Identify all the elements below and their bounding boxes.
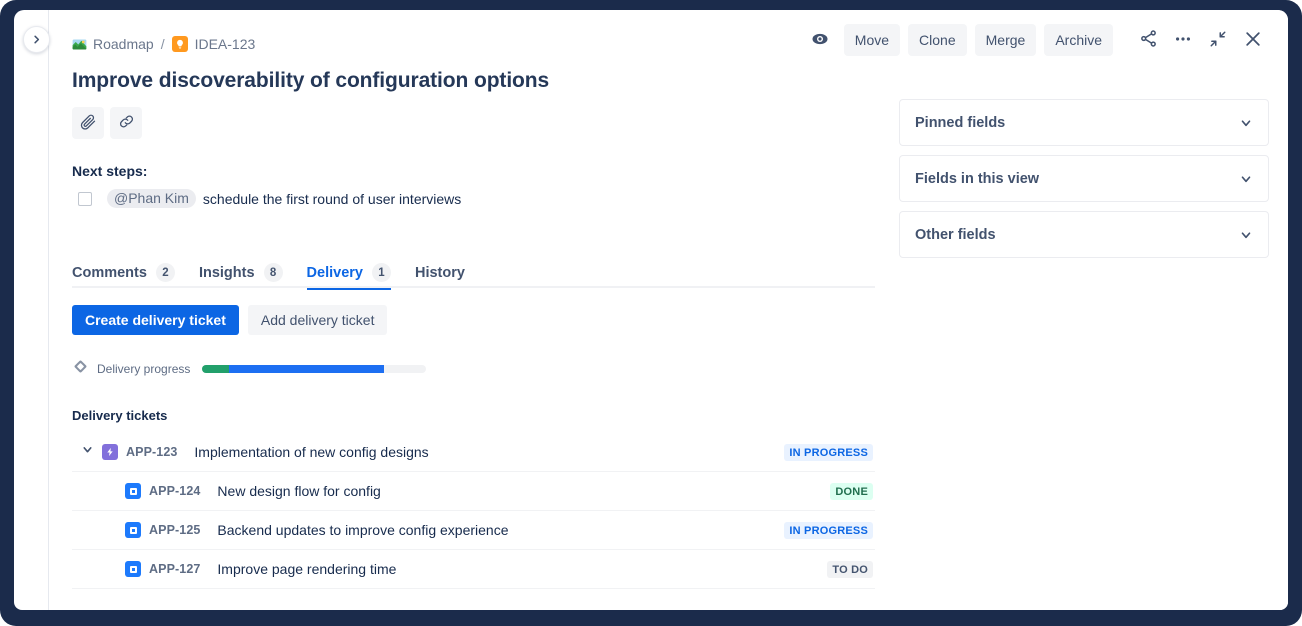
map-icon — [72, 37, 87, 52]
status-badge[interactable]: DONE — [830, 483, 873, 500]
table-row[interactable]: APP-125 Backend updates to improve confi… — [72, 511, 875, 550]
expand-epic-toggle[interactable] — [72, 443, 102, 461]
tab-comments[interactable]: Comments 2 — [72, 257, 175, 288]
task-text: schedule the first round of user intervi… — [203, 191, 461, 207]
ticket-summary[interactable]: Implementation of new config designs — [194, 444, 428, 460]
add-delivery-ticket-button[interactable]: Add delivery ticket — [248, 305, 388, 335]
more-horizontal-icon — [1173, 29, 1193, 52]
delivery-actions: Create delivery ticket Add delivery tick… — [72, 305, 387, 335]
ticket-key[interactable]: APP-125 — [149, 523, 200, 537]
table-row[interactable]: APP-127 Improve page rendering time TO D… — [72, 550, 875, 589]
tab-comments-count: 2 — [156, 263, 175, 282]
close-button[interactable] — [1237, 24, 1269, 56]
field-group-other-fields[interactable]: Other fields — [899, 211, 1269, 258]
task-checkbox[interactable] — [78, 192, 92, 206]
story-square-icon — [125, 561, 141, 577]
tab-delivery-label: Delivery — [307, 265, 363, 281]
tab-history[interactable]: History — [415, 257, 465, 288]
mention-chip[interactable]: @Phan Kim — [107, 189, 196, 208]
issue-header: Roadmap / IDEA-123 — [49, 10, 1288, 64]
status-cell: IN PROGRESS — [784, 522, 875, 539]
status-badge[interactable]: TO DO — [827, 561, 873, 578]
collapse-view-button[interactable] — [1202, 24, 1234, 56]
archive-button[interactable]: Archive — [1044, 24, 1113, 56]
field-group-title: Pinned fields — [915, 115, 1005, 131]
delivery-tickets-heading: Delivery tickets — [72, 408, 167, 423]
window-frame: Roadmap / IDEA-123 — [0, 0, 1302, 626]
progress-segment-in-progress — [229, 365, 384, 373]
breadcrumb-separator: / — [161, 36, 165, 52]
ticket-summary[interactable]: Backend updates to improve config experi… — [217, 522, 508, 538]
ticket-key[interactable]: APP-124 — [149, 484, 200, 498]
paperclip-icon — [80, 113, 97, 133]
issue-detail-panel: Roadmap / IDEA-123 — [14, 10, 1288, 610]
next-steps-heading: Next steps: — [72, 163, 147, 179]
status-cell: DONE — [830, 483, 875, 500]
delivery-progress-row: Delivery progress — [73, 359, 426, 379]
page-title: Improve discoverability of configuration… — [72, 69, 549, 93]
ticket-key[interactable]: APP-127 — [149, 562, 200, 576]
breadcrumb: Roadmap / IDEA-123 — [72, 36, 255, 52]
ticket-key[interactable]: APP-123 — [126, 445, 177, 459]
chevron-down-icon[interactable] — [1239, 228, 1253, 242]
status-badge[interactable]: IN PROGRESS — [784, 444, 873, 461]
clone-button[interactable]: Clone — [908, 24, 967, 56]
table-row[interactable]: APP-123 Implementation of new config des… — [72, 433, 875, 472]
issue-content: Roadmap / IDEA-123 — [49, 10, 1288, 610]
tab-insights-count: 8 — [264, 263, 283, 282]
tab-bar: Comments 2 Insights 8 Delivery 1 History — [72, 257, 875, 288]
close-icon — [1243, 29, 1263, 52]
diamond-icon — [73, 359, 88, 379]
watch-button[interactable] — [804, 24, 836, 56]
lightbulb-icon — [172, 36, 188, 52]
link-button[interactable] — [110, 107, 142, 139]
chevron-down-icon[interactable] — [1239, 172, 1253, 186]
progress-segment-done — [202, 365, 229, 373]
delivery-progress-label: Delivery progress — [97, 362, 190, 376]
ticket-summary[interactable]: New design flow for config — [217, 483, 380, 499]
table-row[interactable]: APP-124 New design flow for config DONE — [72, 472, 875, 511]
delivery-progress-bar[interactable] — [202, 365, 426, 373]
link-icon — [118, 113, 135, 133]
epic-bolt-icon — [102, 444, 118, 460]
attach-button[interactable] — [72, 107, 104, 139]
field-group-title: Other fields — [915, 227, 996, 243]
header-actions: Move Clone Merge Archive — [804, 24, 1269, 56]
tab-insights[interactable]: Insights 8 — [199, 257, 283, 288]
ticket-summary[interactable]: Improve page rendering time — [217, 561, 396, 577]
field-group-pinned-fields[interactable]: Pinned fields — [899, 99, 1269, 146]
status-cell: TO DO — [827, 561, 875, 578]
move-button[interactable]: Move — [844, 24, 900, 56]
collapse-diagonal-icon — [1209, 30, 1227, 51]
fields-sidebar: Pinned fields Fields in this view — [899, 99, 1269, 267]
chevron-down-icon — [81, 443, 94, 461]
delivery-tickets-list: APP-123 Implementation of new config des… — [72, 433, 875, 589]
story-square-icon — [125, 522, 141, 538]
breadcrumb-roadmap-link[interactable]: Roadmap — [93, 36, 154, 52]
breadcrumb-issue-key[interactable]: IDEA-123 — [195, 36, 256, 52]
tab-comments-label: Comments — [72, 265, 147, 281]
tab-insights-label: Insights — [199, 265, 255, 281]
expand-sidebar-button[interactable] — [23, 26, 50, 53]
status-cell: IN PROGRESS — [784, 444, 875, 461]
action-item-row: @Phan Kim schedule the first round of us… — [78, 189, 461, 208]
chevron-down-icon[interactable] — [1239, 116, 1253, 130]
story-square-icon — [125, 483, 141, 499]
more-actions-button[interactable] — [1167, 24, 1199, 56]
field-group-title: Fields in this view — [915, 171, 1039, 187]
tab-delivery-count: 1 — [372, 263, 391, 282]
document-tools — [72, 107, 142, 139]
merge-button[interactable]: Merge — [975, 24, 1037, 56]
field-group-fields-in-this-view[interactable]: Fields in this view — [899, 155, 1269, 202]
share-icon — [1139, 29, 1158, 51]
share-button[interactable] — [1132, 24, 1164, 56]
chevron-right-icon — [31, 34, 42, 45]
tab-delivery[interactable]: Delivery 1 — [307, 257, 391, 288]
tab-history-label: History — [415, 265, 465, 281]
eye-icon — [810, 29, 830, 52]
create-delivery-ticket-button[interactable]: Create delivery ticket — [72, 305, 239, 335]
status-badge[interactable]: IN PROGRESS — [784, 522, 873, 539]
